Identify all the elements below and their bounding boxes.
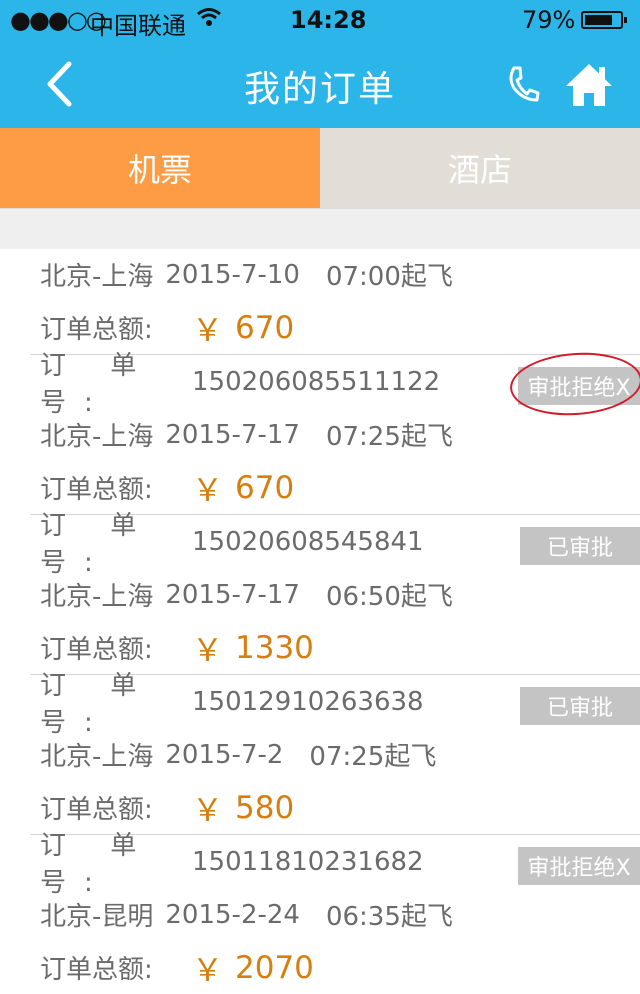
order-item[interactable]: 订 单 号: 15012910263638 北京-上海 2015-7-2 07:… — [30, 671, 640, 835]
order-item[interactable]: 北京-上海 2015-7-10 07:00起飞 订单总额: ￥ 670 — [30, 248, 640, 355]
wifi-icon — [196, 6, 222, 34]
order-date: 2015-7-17 — [165, 419, 300, 450]
home-icon — [566, 64, 612, 106]
order-amount: 670 — [235, 309, 295, 346]
carrier-name: 中国联通 — [90, 12, 186, 40]
status-time: 14:28 — [290, 6, 367, 34]
order-total-label: 订单总额: — [40, 315, 153, 345]
order-item[interactable]: 订 单 号: 15011810231682 北京-昆明 2015-2-24 06… — [30, 831, 640, 994]
order-number: 15011810231682 — [192, 846, 424, 877]
order-currency: ￥ — [192, 313, 223, 349]
order-route: 北京-上海 — [40, 582, 154, 612]
nav-bar: 我的订单 — [0, 40, 640, 128]
order-number-label: 订 单 号: — [40, 830, 155, 898]
order-departure-time: 07:25起飞 — [309, 742, 437, 772]
order-currency: ￥ — [192, 953, 223, 989]
order-item[interactable]: 订 单 号: 15020608545841 北京-上海 2015-7-17 06… — [30, 511, 640, 675]
status-badge-approved[interactable]: 已审批 — [520, 527, 640, 565]
order-currency: ￥ — [192, 793, 223, 829]
home-button[interactable] — [562, 60, 616, 110]
battery-percent: 79% — [522, 6, 576, 34]
order-list: 北京-上海 2015-7-10 07:00起飞 订单总额: ￥ 670 订 单 … — [0, 248, 640, 994]
status-bar: ●●●○○ 中国联通 14:28 79% — [0, 0, 640, 40]
order-total-label: 订单总额: — [40, 795, 153, 825]
order-number-label: 订 单 号: — [40, 670, 155, 738]
order-currency: ￥ — [192, 473, 223, 509]
order-number: 15020608545841 — [192, 526, 424, 557]
tab-hotels[interactable]: 酒店 — [320, 128, 640, 208]
order-total-label: 订单总额: — [40, 475, 153, 505]
section-divider — [0, 208, 640, 249]
status-badge-rejected[interactable]: 审批拒绝X — [518, 367, 640, 405]
order-route: 北京-上海 — [40, 262, 154, 292]
order-amount: 1330 — [235, 629, 314, 666]
order-total-label: 订单总额: — [40, 955, 153, 985]
order-amount: 670 — [235, 469, 295, 506]
order-route: 北京-上海 — [40, 422, 154, 452]
order-amount: 2070 — [235, 949, 314, 986]
order-departure-time: 06:35起飞 — [325, 902, 453, 932]
order-date: 2015-7-2 — [165, 739, 284, 770]
status-badge-approved[interactable]: 已审批 — [520, 687, 640, 725]
order-departure-time: 07:25起飞 — [325, 422, 453, 452]
order-departure-time: 06:50起飞 — [325, 582, 453, 612]
order-total-label: 订单总额: — [40, 635, 153, 665]
page-title: 我的订单 — [243, 69, 396, 110]
order-item[interactable]: 订 单 号: 150206085511122 北京-上海 2015-7-17 0… — [30, 348, 640, 515]
order-currency: ￥ — [192, 633, 223, 669]
order-amount: 580 — [235, 789, 295, 826]
battery-icon — [581, 11, 627, 29]
call-button[interactable] — [500, 62, 544, 106]
order-route: 北京-上海 — [40, 742, 154, 772]
order-departure-time: 07:00起飞 — [325, 262, 453, 292]
order-date: 2015-2-24 — [165, 899, 300, 930]
phone-icon — [509, 66, 540, 102]
order-date: 2015-7-17 — [165, 579, 300, 610]
order-date: 2015-7-10 — [165, 259, 300, 290]
tab-flights[interactable]: 机票 — [0, 128, 320, 208]
order-number: 150206085511122 — [192, 366, 441, 397]
tab-bar: 机票 酒店 — [0, 128, 640, 208]
order-number-label: 订 单 号: — [40, 510, 155, 578]
order-number: 15012910263638 — [192, 686, 424, 717]
status-badge-rejected[interactable]: 审批拒绝X — [518, 847, 640, 885]
order-route: 北京-昆明 — [40, 902, 154, 932]
order-number-label: 订 单 号: — [40, 350, 155, 418]
